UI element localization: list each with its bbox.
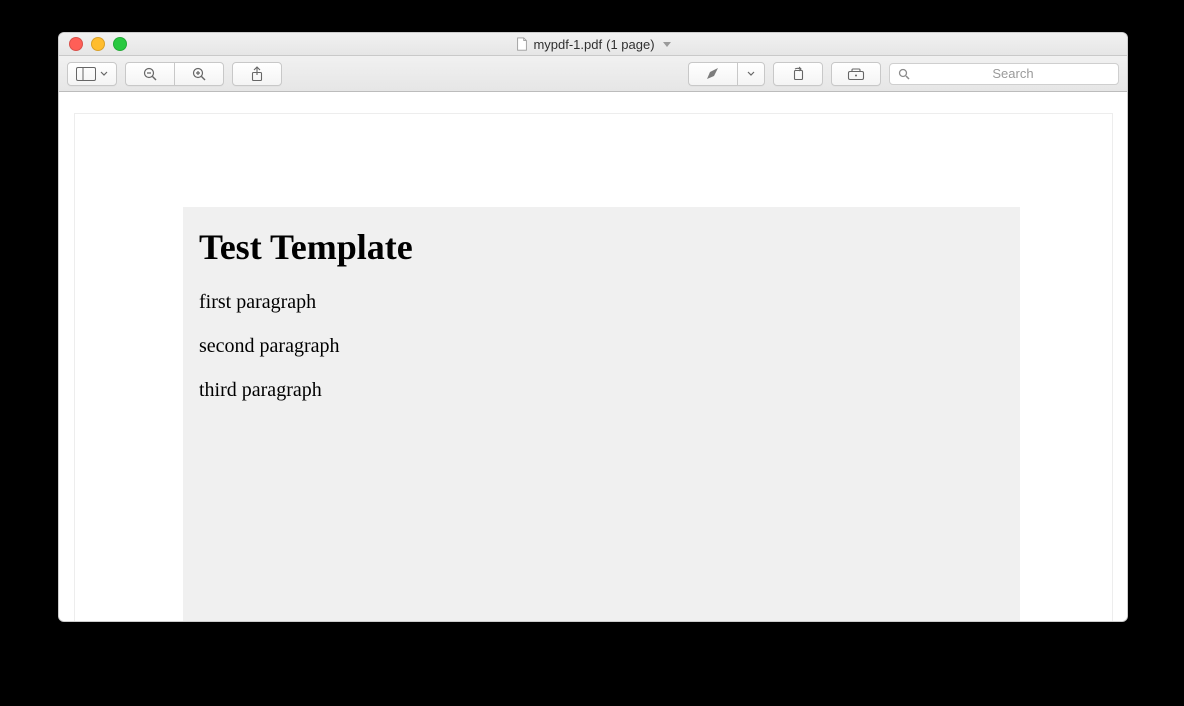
preview-window: mypdf-1.pdf (1 page) <box>58 32 1128 622</box>
zoom-out-icon <box>142 66 158 82</box>
markup-toolbox-icon <box>847 67 865 81</box>
rendered-content: Test Template first paragraph second par… <box>183 207 1020 621</box>
search-input[interactable] <box>916 65 1110 82</box>
highlight-group <box>688 62 765 86</box>
zoom-group <box>125 62 224 86</box>
sidebar-toggle-group <box>67 62 117 86</box>
highlight-button[interactable] <box>688 62 737 86</box>
zoom-window-button[interactable] <box>113 37 127 51</box>
document-viewport[interactable]: Test Template first paragraph second par… <box>59 92 1127 621</box>
window-title[interactable]: mypdf-1.pdf (1 page) <box>59 37 1127 52</box>
document-paragraph: second paragraph <box>199 334 1004 358</box>
document-paragraph: first paragraph <box>199 290 1004 314</box>
pdf-page: Test Template first paragraph second par… <box>75 114 1112 621</box>
document-paragraph: third paragraph <box>199 378 1004 402</box>
window-title-pagecount: (1 page) <box>606 37 654 52</box>
sidebar-icon <box>76 67 96 81</box>
document-heading: Test Template <box>199 227 1004 268</box>
document-icon <box>515 37 529 51</box>
search-icon <box>898 68 910 80</box>
highlight-icon <box>705 67 721 81</box>
zoom-in-icon <box>191 66 207 82</box>
chevron-down-icon <box>747 67 755 81</box>
chevron-down-icon <box>100 67 108 81</box>
zoom-in-button[interactable] <box>174 62 224 86</box>
rotate-icon <box>790 66 806 82</box>
rotate-button[interactable] <box>773 62 823 86</box>
zoom-out-button[interactable] <box>125 62 174 86</box>
markup-button[interactable] <box>831 62 881 86</box>
share-button[interactable] <box>232 62 282 86</box>
toolbar <box>59 56 1127 92</box>
search-field[interactable] <box>889 63 1119 85</box>
minimize-window-button[interactable] <box>91 37 105 51</box>
highlight-menu-button[interactable] <box>737 62 765 86</box>
close-window-button[interactable] <box>69 37 83 51</box>
chevron-down-icon <box>663 42 671 47</box>
share-icon <box>250 66 264 82</box>
window-controls <box>69 37 127 51</box>
window-title-filename: mypdf-1.pdf <box>533 37 602 52</box>
sidebar-toggle-button[interactable] <box>67 62 117 86</box>
titlebar[interactable]: mypdf-1.pdf (1 page) <box>59 33 1127 56</box>
